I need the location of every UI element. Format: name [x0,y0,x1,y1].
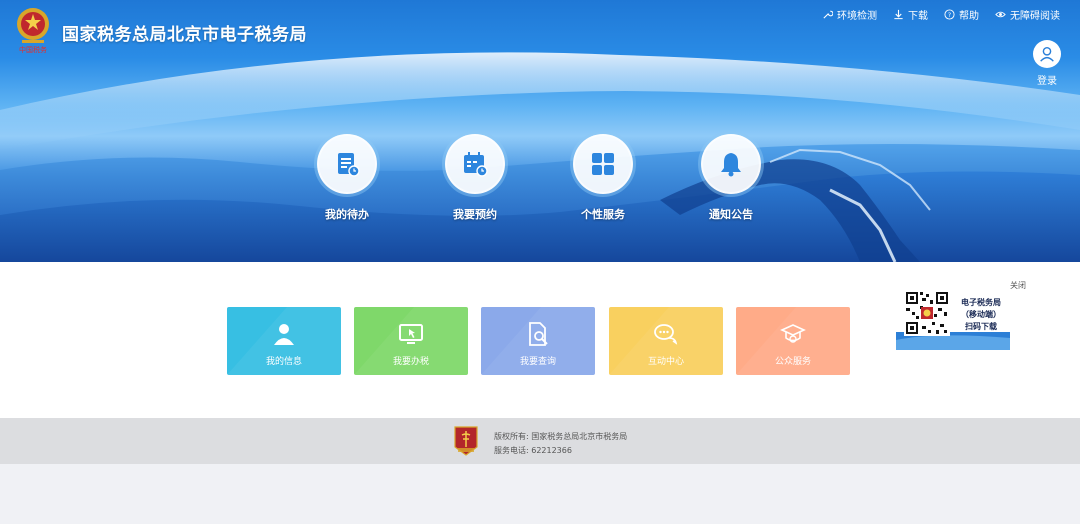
wrench-icon [823,10,833,19]
quick-entry-label: 我要预约 [453,208,497,221]
nav-label: 无障碍阅读 [1010,11,1060,22]
tile-public-service[interactable]: 公众服务 [736,307,850,375]
tile-tax-handling[interactable]: 我要办税 [354,307,468,375]
nav-accessibility[interactable]: 无障碍阅读 [995,7,1060,22]
quick-entry-notice[interactable]: 通知公告 [686,134,776,222]
site-title: 国家税务总局北京市电子税务局 [62,25,307,45]
nav-environment-check[interactable]: 环境检测 [822,7,877,22]
footer-copyright: 版权所有: 国家税务总局北京市税务局 [494,432,628,441]
login-label: 登录 [1037,76,1057,87]
nav-label: 帮助 [959,11,979,22]
svg-text:?: ? [948,11,951,19]
todo-list-icon [317,134,377,194]
grid-icon [573,134,633,194]
quick-entry-personal-service[interactable]: 个性服务 [558,134,648,222]
help-icon: ? [944,9,955,20]
nav-download[interactable]: 下载 [893,7,928,22]
tile-label: 互动中心 [647,357,684,367]
footer-text: 版权所有: 国家税务总局北京市税务局 服务电话: 62212366 [494,430,627,458]
calendar-clock-icon [445,134,505,194]
quick-entry-label: 个性服务 [581,208,625,221]
tile-my-info[interactable]: 我的信息 [227,307,341,375]
qr-line1: 电子税务局 [961,298,1001,307]
quick-entry-label: 我的待办 [325,208,369,221]
tax-emblem-logo: 中国税务 [14,6,52,54]
tax-badge-logo [454,426,478,456]
user-avatar-icon [1033,40,1061,68]
tile-query[interactable]: 我要查询 [481,307,595,375]
nav-help[interactable]: ? 帮助 [944,7,979,22]
nav-label: 下载 [908,11,928,22]
footer: 版权所有: 国家税务总局北京市税务局 服务电话: 62212366 [0,418,1080,464]
tile-label: 我的信息 [265,357,302,367]
qr-line2: （移动端） [961,310,1001,319]
footer-phone: 服务电话: 62212366 [494,446,572,455]
logo-caption: 中国税务 [19,45,47,54]
download-icon [894,9,903,20]
qr-close-button[interactable]: 关闭 [1010,280,1026,291]
tile-label: 我要查询 [519,357,556,367]
quick-entry-label: 通知公告 [709,208,753,221]
hero-banner: 中国税务 国家税务总局北京市电子税务局 环境检测 下载 ? 帮助 无障碍阅读 登… [0,0,1080,262]
login-button[interactable]: 登录 [1030,40,1064,87]
bell-icon [701,134,761,194]
top-navigation: 环境检测 下载 ? 帮助 无障碍阅读 [822,7,1060,22]
quick-entry-todo[interactable]: 我的待办 [302,134,392,222]
tile-interaction-center[interactable]: 互动中心 [609,307,723,375]
qr-line3: 扫码下载 [965,322,997,331]
tile-label: 我要办税 [392,357,429,367]
quick-entry-appointment[interactable]: 我要预约 [430,134,520,222]
nav-label: 环境检测 [837,11,877,22]
tile-label: 公众服务 [774,357,811,367]
eye-icon [995,11,1006,18]
page: 中国税务 国家税务总局北京市电子税务局 环境检测 下载 ? 帮助 无障碍阅读 登… [0,0,1080,524]
qr-promo-text: 电子税务局 （移动端） 扫码下载 [953,297,1009,333]
